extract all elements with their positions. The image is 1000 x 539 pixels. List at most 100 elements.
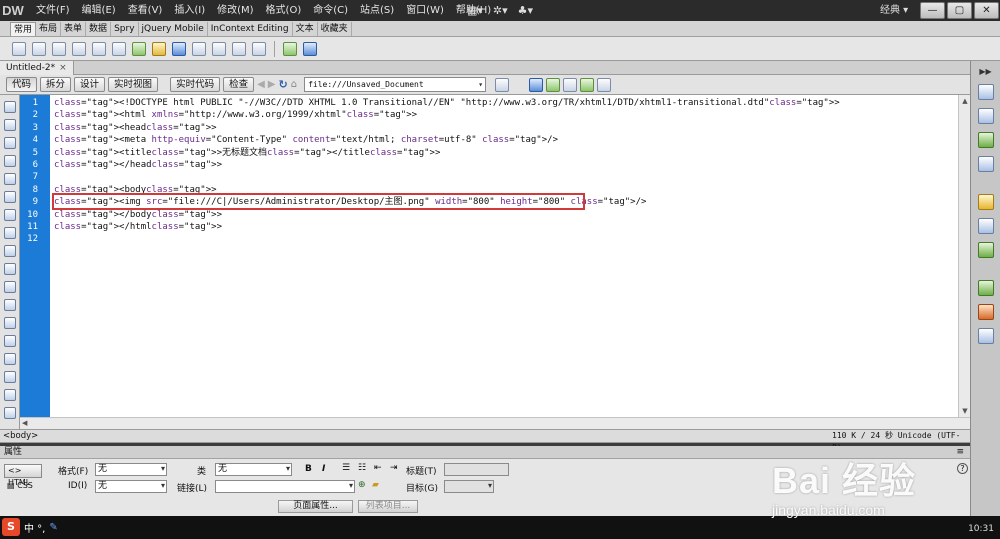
code-line[interactable]: class="tag"><headclass="tag">>: [54, 122, 970, 134]
tag-inspector-icon[interactable]: [977, 156, 994, 172]
bold-button[interactable]: B: [305, 464, 312, 474]
tab-incontext-editing[interactable]: InContext Editing: [208, 22, 293, 36]
point-to-file-icon[interactable]: ⊕: [358, 480, 366, 490]
highlight-invalid-code-icon[interactable]: [3, 245, 16, 257]
close-button[interactable]: ✕: [974, 2, 999, 19]
templates-icon[interactable]: [283, 41, 297, 56]
format-source-icon[interactable]: [3, 407, 16, 419]
tab-data[interactable]: 数据: [86, 22, 112, 36]
tab-favorites[interactable]: 收藏夹: [318, 22, 352, 36]
div-icon[interactable]: [112, 41, 126, 56]
document-tab[interactable]: Untitled-2* ×: [0, 61, 74, 75]
gear-icon[interactable]: ✲▾: [493, 4, 508, 17]
id-select[interactable]: 无 ▾: [95, 480, 167, 493]
unordered-list-icon[interactable]: ☰: [342, 463, 350, 473]
show-code-navigator-icon[interactable]: [3, 119, 16, 131]
ap-elements-icon[interactable]: [977, 132, 994, 148]
title-input[interactable]: [444, 463, 509, 476]
menu-window[interactable]: 窗口(W): [400, 0, 450, 21]
italic-button[interactable]: I: [322, 464, 325, 474]
menu-modify[interactable]: 修改(M): [211, 0, 259, 21]
live-view-button[interactable]: 实时视图: [108, 77, 159, 92]
menu-insert[interactable]: 插入(I): [168, 0, 211, 21]
snippets-icon[interactable]: [977, 218, 994, 234]
image-icon[interactable]: [132, 41, 146, 56]
code-line[interactable]: class="tag"></bodyclass="tag">>: [54, 209, 970, 221]
scroll-left-icon[interactable]: ◀: [22, 418, 27, 429]
css-mode-button[interactable]: ▤ CSS: [4, 480, 42, 494]
collapse-selection-icon[interactable]: [3, 155, 16, 167]
insert-panel-icon[interactable]: [977, 84, 994, 100]
address-bar[interactable]: file:///Unsaved_Document ▾: [304, 77, 487, 92]
browse-folder-icon[interactable]: ▰: [372, 480, 379, 490]
wrap-tag-icon[interactable]: [3, 353, 16, 365]
html-mode-button[interactable]: <> HTML: [4, 464, 42, 487]
syntax-coloring-icon[interactable]: [3, 281, 16, 293]
chevron-down-icon[interactable]: ▾: [478, 78, 483, 91]
code-editor[interactable]: class="tag"><!DOCTYPE html PUBLIC "-//W3…: [50, 95, 970, 417]
tag-selector[interactable]: <body>: [3, 430, 38, 442]
help-icon[interactable]: ?: [957, 463, 968, 474]
target-select[interactable]: ▾: [444, 480, 494, 493]
site-icon[interactable]: ♣▾: [518, 4, 533, 17]
date-icon[interactable]: [192, 41, 206, 56]
design-view-button[interactable]: 设计: [74, 77, 106, 92]
code-line[interactable]: class="tag"></headclass="tag">>: [54, 159, 970, 171]
move-css-icon[interactable]: [3, 389, 16, 401]
maximize-button[interactable]: ▢: [947, 2, 972, 19]
minimize-button[interactable]: —: [920, 2, 945, 19]
word-wrap-icon[interactable]: [3, 263, 16, 275]
tab-spry[interactable]: Spry: [111, 22, 139, 36]
class-select[interactable]: 无 ▾: [215, 463, 292, 476]
visual-aids-icon[interactable]: [597, 77, 612, 92]
widget-icon[interactable]: [172, 41, 186, 56]
forward-arrow-icon[interactable]: ▶: [268, 79, 276, 90]
split-view-button[interactable]: 拆分: [40, 77, 72, 92]
layout-icon[interactable]: ▦▾: [467, 4, 483, 17]
apply-comment-icon[interactable]: [3, 317, 16, 329]
preview-in-browser-icon[interactable]: [546, 77, 561, 92]
close-tab-icon[interactable]: ×: [59, 63, 67, 73]
open-documents-icon[interactable]: [3, 101, 16, 113]
scroll-down-icon[interactable]: ▼: [960, 406, 970, 416]
bindings-icon[interactable]: [977, 242, 994, 258]
table-icon[interactable]: [92, 41, 106, 56]
live-code-button[interactable]: 实时代码: [170, 77, 221, 92]
head-icon[interactable]: [252, 41, 266, 56]
code-line[interactable]: class="tag"><!DOCTYPE html PUBLIC "-//W3…: [54, 97, 970, 109]
named-anchor-icon[interactable]: [52, 41, 66, 56]
code-line[interactable]: class="tag"></htmlclass="tag">>: [54, 221, 970, 233]
vertical-scrollbar[interactable]: ▲ ▼: [958, 95, 970, 417]
ordered-list-icon[interactable]: ☷: [358, 463, 366, 473]
refresh-icon[interactable]: ↻: [279, 78, 288, 91]
tag-chooser-icon[interactable]: [303, 41, 317, 56]
menu-edit[interactable]: 编辑(E): [76, 0, 122, 21]
code-line[interactable]: class="tag"><html xmlns="http://www.w3.o…: [54, 109, 970, 121]
menu-format[interactable]: 格式(O): [260, 0, 308, 21]
css-styles-icon[interactable]: [977, 108, 994, 124]
balance-braces-icon[interactable]: [3, 209, 16, 221]
horizontal-scrollbar[interactable]: ◀: [20, 417, 970, 429]
page-properties-button[interactable]: 页面属性...: [278, 500, 353, 513]
panel-menu-icon[interactable]: ≡: [956, 446, 964, 458]
tab-common[interactable]: 常用: [10, 22, 37, 36]
workspace-switcher[interactable]: 经典 ▾: [880, 0, 908, 21]
tab-jquery-mobile[interactable]: jQuery Mobile: [139, 22, 208, 36]
menu-file[interactable]: 文件(F): [30, 0, 76, 21]
page-options-icon[interactable]: [495, 77, 510, 92]
comment-icon[interactable]: [232, 41, 246, 56]
ime-toolbar[interactable]: S 中 °, ✎: [2, 518, 58, 536]
menu-commands[interactable]: 命令(C): [307, 0, 354, 21]
recent-snippets-icon[interactable]: [3, 371, 16, 383]
assets-panel-icon[interactable]: [977, 304, 994, 320]
collapse-panels-icon[interactable]: ▶▶: [979, 67, 991, 76]
remove-comment-icon[interactable]: [3, 335, 16, 347]
tab-text[interactable]: 文本: [293, 22, 318, 36]
back-arrow-icon[interactable]: ◀: [257, 79, 265, 90]
files-panel-icon[interactable]: [977, 280, 994, 296]
business-catalyst-icon[interactable]: [977, 194, 994, 210]
code-line[interactable]: [54, 233, 970, 245]
horizontal-rule-icon[interactable]: [72, 41, 86, 56]
code-line[interactable]: class="tag"><titleclass="tag">>无标题文档clas…: [54, 147, 970, 159]
menu-view[interactable]: 查看(V): [122, 0, 169, 21]
